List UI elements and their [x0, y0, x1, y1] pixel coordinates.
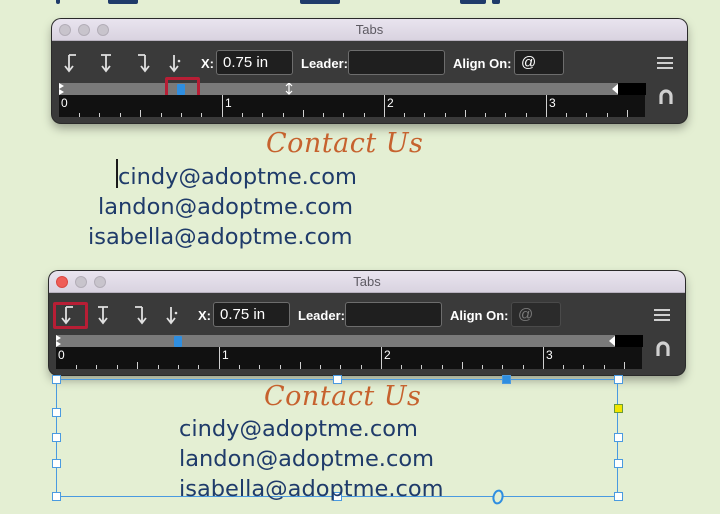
align-tab-icon — [166, 307, 178, 325]
tab-stop-strip[interactable] — [56, 335, 643, 347]
email-line: isabella@adoptme.com — [88, 224, 353, 250]
x-label: X: — [198, 308, 211, 323]
email-line: landon@adoptme.com — [179, 446, 435, 472]
selected-tab-stop-marker[interactable] — [174, 336, 182, 347]
magnet-icon[interactable] — [655, 341, 671, 357]
right-tab-button[interactable] — [132, 53, 150, 75]
x-position-field[interactable]: 0.75 in — [213, 302, 290, 327]
left-indent-marker — [59, 83, 64, 95]
magnet-icon[interactable] — [658, 89, 674, 105]
email-line: isabella@adoptme.com — [179, 476, 444, 502]
right-margin-block — [615, 335, 643, 347]
center-tab-icon — [98, 306, 108, 325]
center-tab-button[interactable] — [97, 53, 115, 75]
tab-stop-marker — [285, 83, 293, 95]
ruler-number: 3 — [549, 96, 556, 110]
tabs-panel-top: Tabs X: 0.75 in Leader: Align On: @ 0 1 … — [52, 19, 687, 123]
hamburger-menu-icon[interactable] — [654, 309, 670, 321]
ruler-number: 1 — [222, 348, 229, 362]
align-tab-button[interactable] — [165, 53, 183, 75]
right-tab-icon — [138, 54, 150, 73]
align-on-field[interactable]: @ — [514, 50, 564, 75]
align-on-label: Align On: — [450, 308, 509, 323]
overset-indicator-icon[interactable] — [491, 489, 505, 505]
hamburger-menu-icon[interactable] — [657, 57, 673, 69]
panel-title: Tabs — [355, 22, 384, 37]
align-tab-button[interactable] — [162, 305, 180, 327]
align-on-field[interactable]: @ — [511, 302, 561, 327]
tab-ruler[interactable]: 0 1 2 3 — [59, 95, 645, 117]
tab-stop-strip[interactable] — [59, 83, 646, 95]
panel-titlebar: Tabs — [52, 19, 687, 41]
email-line: landon@adoptme.com — [98, 194, 354, 220]
center-tab-button[interactable] — [94, 305, 112, 327]
tabs-panel-bottom: Tabs X: 0.75 in Leader: Align On: @ 0 1 … — [49, 271, 685, 375]
right-margin-block — [618, 83, 646, 95]
ruler-number: 3 — [546, 348, 553, 362]
left-tab-button[interactable] — [64, 53, 82, 75]
frame-handle[interactable] — [614, 375, 623, 384]
email-line: cindy@adoptme.com — [118, 164, 357, 190]
leader-label: Leader: — [298, 308, 345, 323]
frame-handle[interactable] — [52, 433, 61, 442]
email-line: cindy@adoptme.com — [179, 416, 418, 442]
align-tab-icon — [169, 55, 181, 73]
ruler-number: 1 — [225, 96, 232, 110]
selected-tab-highlight — [53, 302, 88, 329]
contact-heading-bottom: Contact Us — [264, 381, 422, 412]
center-tab-icon — [101, 54, 111, 73]
contact-heading-top: Contact Us — [266, 128, 424, 159]
left-indent-marker — [56, 335, 61, 347]
left-tab-icon — [64, 54, 76, 73]
ruler-number: 2 — [384, 348, 391, 362]
leader-field[interactable] — [348, 50, 445, 75]
frame-handle[interactable] — [614, 459, 623, 468]
x-label: X: — [201, 56, 214, 71]
frame-handle[interactable] — [614, 492, 623, 501]
right-tab-button[interactable] — [129, 305, 147, 327]
frame-handle[interactable] — [614, 433, 623, 442]
frame-handle[interactable] — [52, 459, 61, 468]
corner-option-handle[interactable] — [614, 404, 623, 413]
tab-ruler[interactable]: 0 1 2 3 — [56, 347, 642, 369]
panel-title: Tabs — [353, 274, 381, 289]
frame-handle[interactable] — [52, 408, 61, 417]
leader-field[interactable] — [345, 302, 442, 327]
ruler-number: 2 — [387, 96, 394, 110]
frame-handle[interactable] — [52, 492, 61, 501]
frame-in-port[interactable] — [502, 375, 511, 384]
align-on-label: Align On: — [453, 56, 512, 71]
x-position-field[interactable]: 0.75 in — [216, 50, 293, 75]
right-tab-icon — [135, 306, 147, 325]
cropped-text-above — [0, 0, 720, 4]
frame-handle[interactable] — [52, 375, 61, 384]
panel-titlebar: Tabs — [49, 271, 685, 293]
ruler-number: 0 — [61, 96, 68, 110]
leader-label: Leader: — [301, 56, 348, 71]
ruler-number: 0 — [58, 348, 65, 362]
